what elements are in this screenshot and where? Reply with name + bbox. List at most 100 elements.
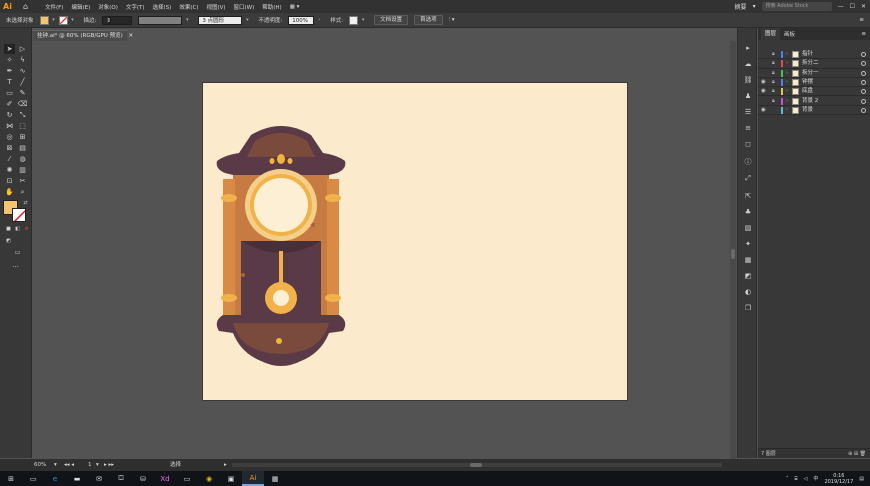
stroke-swatch[interactable] — [58, 15, 68, 25]
actions-icon[interactable]: ♟ — [743, 92, 753, 101]
illustrator-taskbar-icon[interactable]: Ai — [242, 471, 264, 486]
menu-view[interactable]: 视图(V) — [206, 3, 225, 11]
status-arrow-icon[interactable]: ▸ — [224, 459, 227, 471]
volume-icon[interactable]: ◁ — [804, 476, 808, 482]
layer-name[interactable]: 拆分二 — [802, 59, 819, 68]
swatches-icon[interactable]: ▦ — [743, 256, 753, 265]
line-tool-icon[interactable]: ╱ — [17, 77, 28, 87]
target-icon[interactable] — [861, 70, 866, 76]
zoom-tool-icon[interactable]: ⌕ — [17, 187, 28, 197]
chevron-right-icon[interactable]: › — [786, 78, 788, 87]
paintbrush-tool-icon[interactable]: ✎ — [17, 88, 28, 98]
lock-icon[interactable]: 🔒︎ — [772, 69, 778, 78]
arrange-icon[interactable]: ▦ ▾ — [290, 4, 300, 10]
mesh-tool-icon[interactable]: ⊠ — [4, 143, 15, 153]
layers-panel-icon[interactable]: ❐ — [743, 304, 753, 313]
scale-tool-icon[interactable]: ⤡ — [17, 110, 28, 120]
export-icon[interactable]: ⇱ — [743, 192, 753, 201]
libraries-icon[interactable]: ☁ — [743, 60, 753, 69]
tab-artboards[interactable]: 画板 — [784, 30, 795, 38]
artboard-number-field[interactable]: 1 — [88, 459, 92, 471]
fill-swatch[interactable] — [39, 15, 49, 25]
preferences-button[interactable]: 首选项 — [414, 15, 443, 25]
eye-icon[interactable]: ◉ — [761, 87, 768, 96]
brush-profile-field[interactable]: 3 点圆形 — [198, 15, 243, 25]
folder-icon[interactable]: ▬ — [66, 471, 88, 486]
chevron-down-icon[interactable]: ▾ — [49, 16, 59, 25]
screen-mode-icon[interactable]: ▭ — [12, 248, 23, 258]
links-icon[interactable]: ⛓ — [743, 76, 753, 85]
selection-tool-icon[interactable]: ➤ — [4, 44, 15, 54]
layer-row[interactable]: 🔒︎ › 拆分一 — [758, 69, 870, 78]
vertical-scrollbar[interactable] — [730, 41, 736, 459]
folder-icon[interactable]: ▭ — [176, 471, 198, 486]
graphic-styles-icon[interactable]: ▨ — [743, 224, 753, 233]
graphic-style-swatch[interactable] — [349, 15, 359, 25]
workspace-switcher[interactable]: 摘要 — [735, 2, 747, 11]
photos-icon[interactable]: ▣ — [220, 471, 242, 486]
rotate-tool-icon[interactable]: ↻ — [4, 110, 15, 120]
layer-name[interactable]: 指针 — [802, 50, 813, 59]
home-icon[interactable]: ⌂ — [23, 2, 37, 11]
tab-layers[interactable]: 图层 — [761, 28, 781, 40]
chevron-right-icon[interactable]: › — [786, 87, 788, 96]
collapse-panels-icon[interactable]: ▸ — [743, 44, 753, 53]
trash-icon[interactable]: 🗑︎ — [860, 451, 866, 457]
align-panel-icon[interactable]: ☰ — [743, 108, 753, 117]
target-icon[interactable] — [861, 61, 866, 67]
store-icon[interactable]: ⛋ — [110, 471, 132, 486]
close-tab-icon[interactable]: ✕ — [128, 33, 133, 39]
layer-name[interactable]: 底盘 — [802, 87, 813, 96]
layer-name[interactable]: 拆分一 — [802, 69, 819, 78]
symbol-sprayer-tool-icon[interactable]: ✺ — [4, 165, 15, 175]
stock-search-input[interactable]: 搜索 Adobe Stock — [761, 2, 832, 11]
windows-start-icon[interactable]: ⊞ — [0, 471, 22, 486]
lock-icon[interactable]: 🔒︎ — [772, 50, 778, 59]
stroke-weight-stepper[interactable]: ⇕ — [102, 15, 111, 25]
app-icon[interactable]: ⛁ — [132, 471, 154, 486]
network-icon[interactable]: ⌸ — [795, 476, 798, 482]
panel-menu-icon[interactable]: ≡ — [861, 31, 866, 37]
scroll-thumb[interactable] — [731, 249, 735, 259]
lasso-tool-icon[interactable]: ϟ — [17, 55, 28, 65]
scroll-thumb[interactable] — [470, 463, 482, 467]
free-transform-tool-icon[interactable]: ⬚ — [17, 121, 28, 131]
magic-wand-tool-icon[interactable]: ✧ — [4, 55, 15, 65]
blend-tool-icon[interactable]: ◍ — [17, 154, 28, 164]
menu-effect[interactable]: 效果(C) — [179, 3, 198, 11]
layer-name[interactable]: 背景 — [802, 106, 813, 115]
chevron-down-icon[interactable]: ▾ — [96, 459, 99, 471]
eye-icon[interactable]: ◉ — [761, 106, 768, 115]
target-icon[interactable] — [861, 52, 866, 57]
layer-row[interactable]: ◉ › 背景 — [758, 106, 870, 116]
layer-row[interactable]: 🔒︎ › 背景 2 — [758, 97, 870, 106]
stroke-panel-icon[interactable]: ≡ — [743, 124, 753, 133]
zoom-field[interactable]: 60% — [34, 459, 46, 471]
appearance-icon[interactable]: ◻ — [743, 140, 753, 149]
target-icon[interactable] — [861, 79, 866, 85]
eye-icon[interactable]: ◉ — [761, 78, 768, 87]
slice-tool-icon[interactable]: ✂ — [17, 176, 28, 186]
target-icon[interactable] — [861, 98, 866, 104]
lock-icon[interactable]: 🔒︎ — [772, 59, 778, 68]
eraser-tool-icon[interactable]: ⌫ — [17, 99, 28, 109]
layer-row[interactable]: 🔒︎ › 指针 — [758, 50, 870, 60]
more-tools-icon[interactable]: ··· — [10, 262, 21, 272]
opacity-field[interactable]: 100% — [288, 15, 315, 25]
lock-icon[interactable]: 🔒︎ — [772, 78, 778, 87]
new-sublayer-icon[interactable]: ⊕ — [848, 451, 852, 457]
artboard-tool-icon[interactable]: ⊡ — [4, 176, 15, 186]
menu-select[interactable]: 选择(S) — [153, 3, 172, 11]
transform-icon[interactable]: ⤢ — [743, 174, 753, 183]
info-icon[interactable]: ⓘ — [743, 158, 753, 167]
chevron-down-icon[interactable]: ▾ — [242, 16, 252, 25]
target-icon[interactable] — [861, 107, 866, 113]
lock-icon[interactable]: 🔒︎ — [772, 97, 778, 106]
panel-menu-icon[interactable]: ≡ — [859, 17, 864, 23]
curvature-tool-icon[interactable]: ∿ — [17, 66, 28, 76]
layer-row[interactable]: ◉ 🔒︎ › 底盘 — [758, 87, 870, 97]
adobe-xd-icon[interactable]: Xd — [154, 471, 176, 486]
document-setup-button[interactable]: 文档设置 — [374, 15, 409, 25]
variable-width-profile[interactable] — [138, 15, 183, 25]
menu-file[interactable]: 文件(F) — [45, 3, 63, 11]
